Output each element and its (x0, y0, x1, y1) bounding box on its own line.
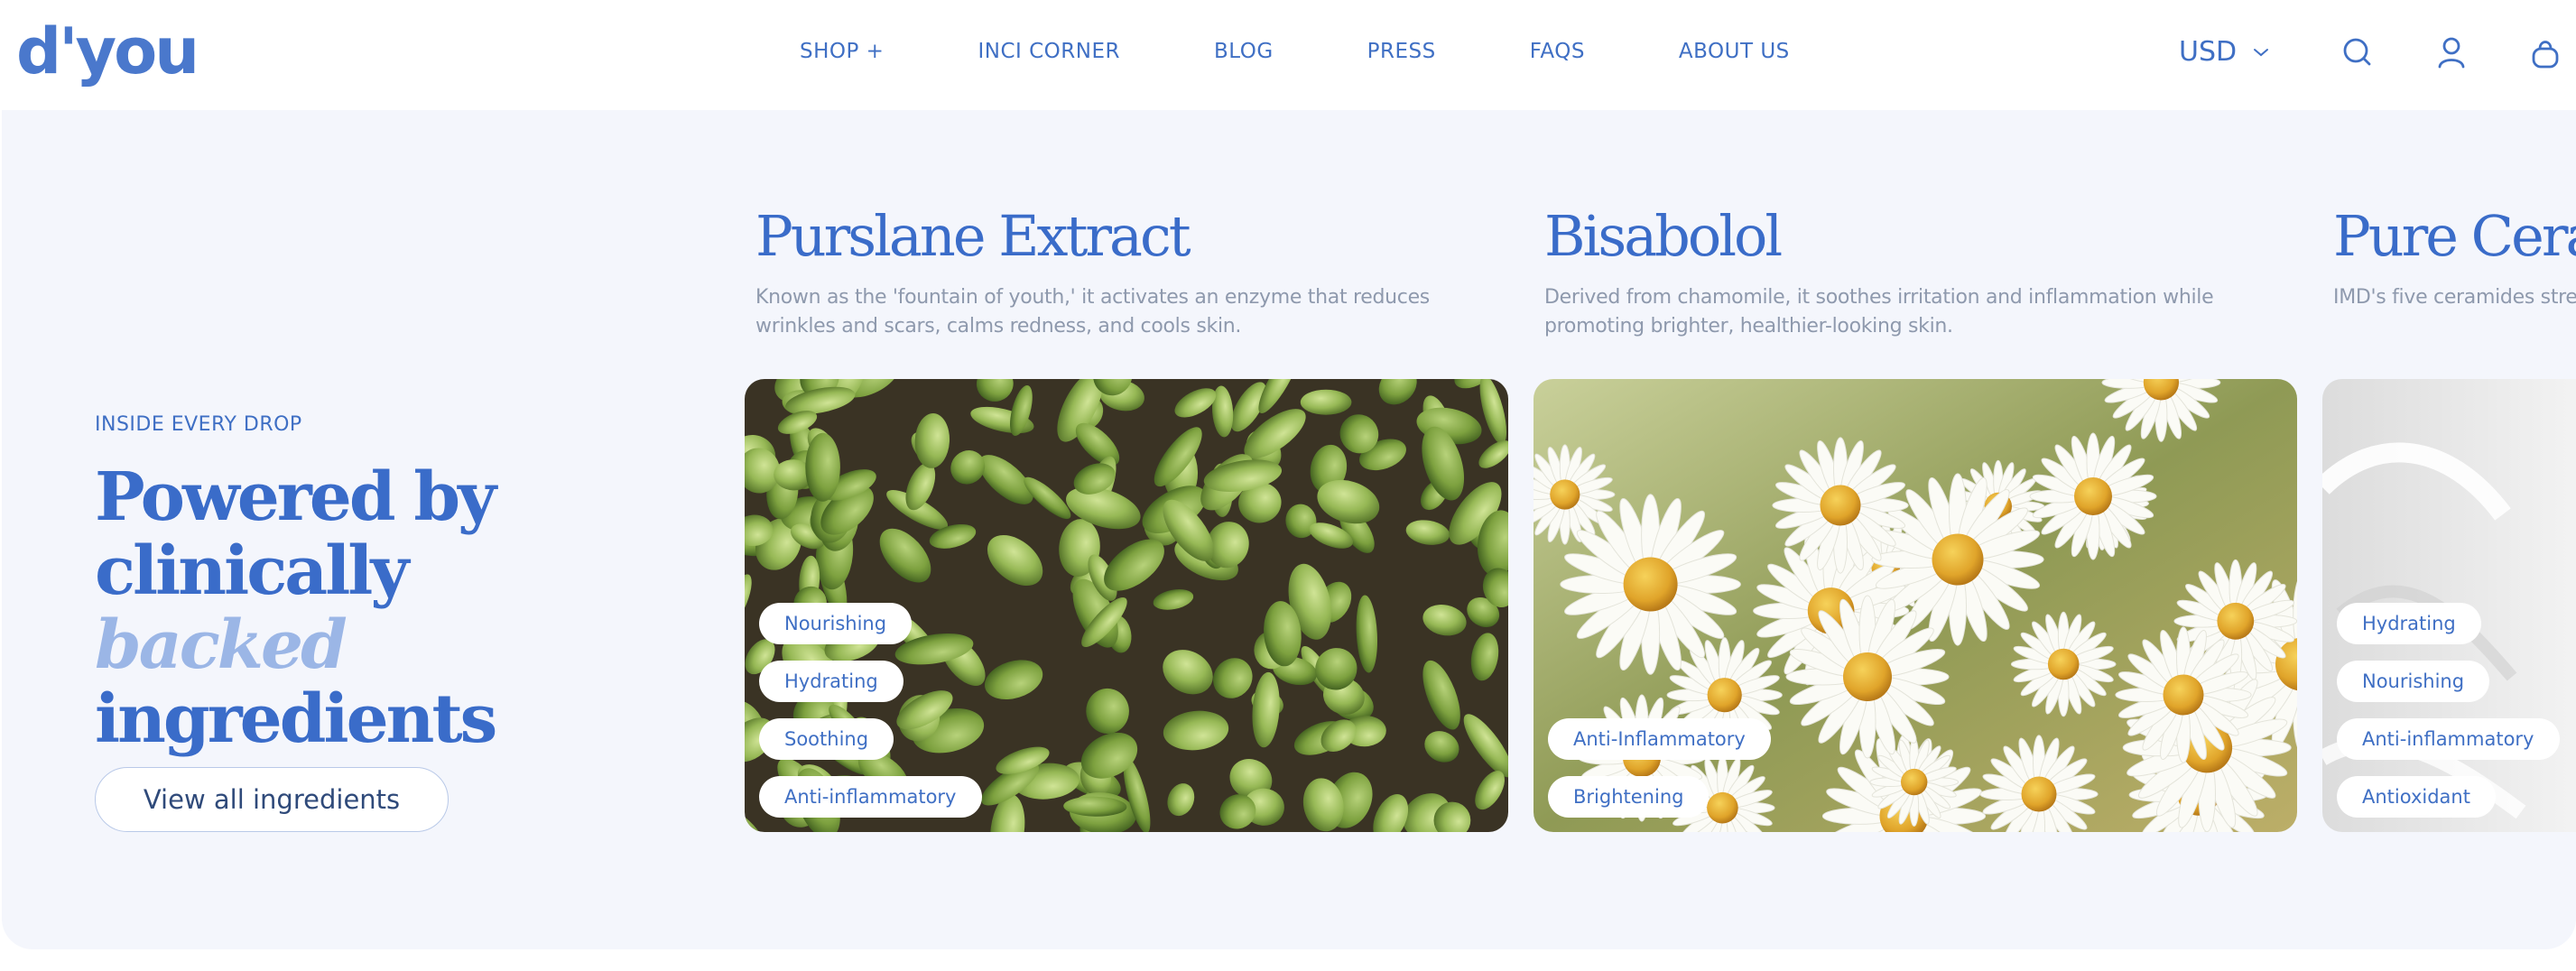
view-all-ingredients-button[interactable]: View all ingredients (95, 767, 449, 832)
section-eyebrow: INSIDE EVERY DROP (95, 413, 302, 436)
nav-shop[interactable]: SHOP + (800, 36, 884, 67)
headline-line-2: clinically (95, 532, 409, 610)
nav-blog[interactable]: BLOG (1214, 36, 1274, 67)
currency-selector[interactable]: USD (2179, 34, 2269, 70)
account-icon[interactable] (2433, 34, 2469, 70)
tag-soothing[interactable]: Soothing (759, 718, 894, 760)
ingredient-title: Purslane Extract (755, 203, 1191, 269)
headline-line-1: Powered by (95, 458, 496, 536)
currency-label: USD (2179, 36, 2238, 68)
headline-line-3: ingredients (95, 680, 497, 758)
tag-brightening[interactable]: Brightening (1548, 776, 1710, 818)
nav-about-us[interactable]: ABOUT US (1679, 36, 1790, 67)
main-nav: SHOP + INCI CORNER BLOG PRESS FAQS ABOUT… (800, 36, 1790, 67)
section-headline: Powered by clinically backed ingredients (95, 460, 654, 756)
brand-logo[interactable]: d'you (16, 11, 199, 92)
purslane-image: Nourishing Hydrating Soothing Anti-infla… (745, 379, 1508, 832)
ingredient-description: Known as the 'fountain of youth,' it act… (755, 286, 1430, 338)
nav-inci-corner[interactable]: INCI CORNER (978, 36, 1120, 67)
ingredient-title: Pure Ceram (2333, 203, 2576, 269)
headline-emphasis: backed (95, 606, 347, 684)
chamomile-image: Anti-Inflammatory Brightening (1534, 379, 2297, 832)
tag-nourishing[interactable]: Nourishing (2337, 661, 2490, 702)
tag-list: Nourishing Hydrating Soothing Anti-infla… (759, 587, 982, 818)
chevron-down-icon (2254, 49, 2269, 57)
tag-list: Hydrating Nourishing Anti-inflammatory A… (2337, 587, 2560, 818)
ingredient-description: Derived from chamomile, it soothes irrit… (1544, 286, 2214, 338)
tag-antioxidant[interactable]: Antioxidant (2337, 776, 2496, 818)
tag-anti-inflammatory[interactable]: Anti-Inflammatory (1548, 718, 1771, 760)
tag-hydrating[interactable]: Hydrating (2337, 603, 2481, 644)
tag-anti-inflammatory[interactable]: Anti-inflammatory (2337, 718, 2560, 760)
site-header: d'you SHOP + INCI CORNER BLOG PRESS FAQS… (0, 0, 2576, 110)
search-icon[interactable] (2340, 34, 2376, 70)
ingredient-title: Bisabolol (1544, 203, 1783, 269)
ceramide-cream-image: Hydrating Nourishing Anti-inflammatory A… (2322, 379, 2576, 832)
tag-hydrating[interactable]: Hydrating (759, 661, 903, 702)
tag-anti-inflammatory[interactable]: Anti-inflammatory (759, 776, 982, 818)
ingredients-section: INSIDE EVERY DROP Powered by clinically b… (2, 110, 2576, 949)
ingredient-description: IMD's five ceramides streng stressors, a… (2333, 286, 2576, 309)
cart-icon[interactable] (2527, 34, 2563, 70)
purslane-leaf (805, 432, 840, 502)
purslane-leaf (1300, 389, 1352, 415)
tag-nourishing[interactable]: Nourishing (759, 603, 913, 644)
nav-faqs[interactable]: FAQS (1530, 36, 1585, 67)
tag-list: Anti-Inflammatory Brightening (1548, 702, 1771, 818)
nav-press[interactable]: PRESS (1367, 36, 1436, 67)
